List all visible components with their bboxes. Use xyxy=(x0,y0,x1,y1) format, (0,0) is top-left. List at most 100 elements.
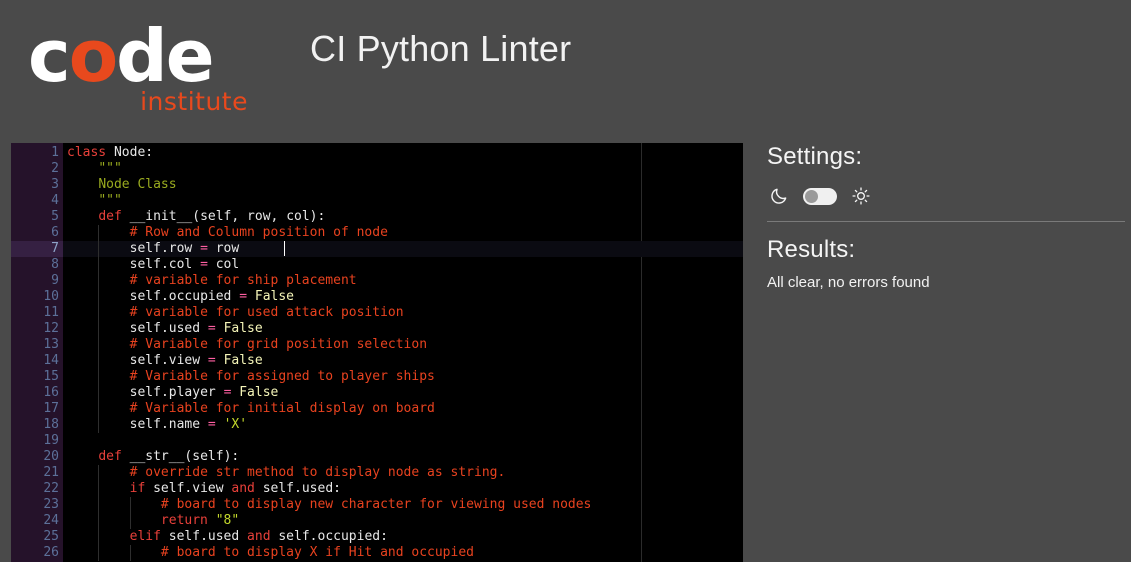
indent-guide xyxy=(98,289,100,305)
code-editor[interactable]: 1▾2345▾67891011121314151617181920▾2122▾2… xyxy=(0,143,743,562)
line-number: 17 xyxy=(43,401,59,416)
line-number: 1▾ xyxy=(11,145,68,161)
constant: False xyxy=(239,385,279,400)
code-comment: # override str method to display node as… xyxy=(129,465,506,480)
code-line[interactable]: # Row and Column position of node xyxy=(63,225,743,241)
constant: False xyxy=(254,289,295,304)
line-number: 15 xyxy=(43,369,59,384)
code-line[interactable]: # board to display X if Hit and occupied xyxy=(63,545,743,561)
indent-guide xyxy=(98,225,100,241)
code-line[interactable]: # Variable for grid position selection xyxy=(63,337,743,353)
keyword: and xyxy=(247,529,271,544)
line-number: 14 xyxy=(43,353,59,368)
settings-heading: Settings: xyxy=(767,143,863,170)
code-line[interactable]: self.name = 'X' xyxy=(63,417,743,433)
line-number: 8 xyxy=(51,257,59,272)
line-number: 10 xyxy=(43,289,59,304)
code-line[interactable]: # Variable for initial display on board xyxy=(63,401,743,417)
indent-guide xyxy=(98,353,100,369)
toggle-knob xyxy=(805,189,818,203)
code-line[interactable]: Node Class xyxy=(63,177,743,193)
indent-guide xyxy=(98,513,100,529)
editor-code-surface[interactable]: class Node: """ Node Class """ def __ini… xyxy=(63,143,743,562)
line-number: 6 xyxy=(51,225,59,240)
code-line[interactable]: # Variable for assigned to player ships xyxy=(63,369,743,385)
theme-toggle-row xyxy=(767,181,1115,211)
indent-guide xyxy=(98,321,100,337)
logo-letter-o: o xyxy=(68,14,118,98)
indent-guide xyxy=(98,369,100,385)
indent-guide xyxy=(129,545,131,561)
line-number: 12 xyxy=(43,321,59,336)
code-line[interactable]: self.occupied = False xyxy=(63,289,743,305)
code-line[interactable]: # variable for used attack position xyxy=(63,305,743,321)
line-number: 7 xyxy=(11,241,63,257)
indent-guide xyxy=(98,337,100,353)
line-number: 5▾ xyxy=(11,209,68,225)
code-line[interactable]: self.player = False xyxy=(63,385,743,401)
keyword: if xyxy=(129,481,146,496)
code-line[interactable]: if self.view and self.used: xyxy=(63,481,743,497)
keyword: and xyxy=(231,481,255,496)
indent-guide xyxy=(98,529,100,545)
code-comment: # board to display new character for vie… xyxy=(160,497,592,512)
indent-guide xyxy=(98,465,100,481)
sun-icon xyxy=(851,186,871,206)
code-comment: # variable for used attack position xyxy=(129,305,404,320)
code-line[interactable]: # board to display new character for vie… xyxy=(63,497,743,513)
linter-app: code institute CI Python Linter 1▾2345▾6… xyxy=(0,0,1131,562)
panel-divider xyxy=(767,221,1125,222)
dark-light-mode-toggle[interactable] xyxy=(803,187,837,205)
code-line[interactable]: return "8" xyxy=(63,513,743,529)
code-comment: # Variable for initial display on board xyxy=(129,401,435,416)
code-line[interactable]: """ xyxy=(63,193,743,209)
results-message: All clear, no errors found xyxy=(767,274,930,291)
page-title: CI Python Linter xyxy=(310,28,572,69)
line-number: 9 xyxy=(51,273,59,288)
operator: = xyxy=(200,257,208,272)
operator: = xyxy=(239,289,248,304)
editor-line-number-gutter: 1▾2345▾67891011121314151617181920▾2122▾2… xyxy=(11,143,68,562)
line-number: 13 xyxy=(43,337,59,352)
code-comment: # Row and Column position of node xyxy=(129,225,388,240)
indent-guide xyxy=(98,257,100,273)
code-line[interactable]: """ xyxy=(63,161,743,177)
operator: = xyxy=(200,241,208,256)
line-number: 3 xyxy=(51,177,59,192)
line-number: 25▾ xyxy=(11,529,67,545)
keyword: return xyxy=(160,513,208,528)
code-comment: # Variable for assigned to player ships xyxy=(129,369,435,384)
line-number: 4 xyxy=(51,193,59,208)
keyword: class xyxy=(67,145,107,160)
constant: False xyxy=(223,353,263,368)
operator: = xyxy=(207,353,216,368)
code-line[interactable]: self.col = col xyxy=(63,257,743,273)
code-line[interactable]: class Node: xyxy=(63,145,743,161)
line-number: 21 xyxy=(43,465,59,480)
code-line[interactable]: # override str method to display node as… xyxy=(63,465,743,481)
code-line[interactable]: def __str__(self): xyxy=(63,449,743,465)
indent-guide xyxy=(129,497,131,513)
code-line[interactable]: # variable for ship placement xyxy=(63,273,743,289)
code-comment: # variable for ship placement xyxy=(129,273,357,288)
string-literal: 'X' xyxy=(223,417,248,432)
logo-letter-c: c xyxy=(28,14,71,98)
operator: = xyxy=(207,321,216,336)
moon-icon xyxy=(769,186,789,206)
code-line[interactable]: self.row = row xyxy=(63,241,743,257)
code-line[interactable]: self.used = False xyxy=(63,321,743,337)
code-comment: # board to display X if Hit and occupied xyxy=(160,545,474,560)
keyword: def xyxy=(98,449,122,464)
line-number: 11 xyxy=(43,305,59,320)
indent-guide xyxy=(129,513,131,529)
line-number: 18 xyxy=(43,417,59,432)
string-literal: "8" xyxy=(215,513,240,528)
code-line[interactable] xyxy=(63,433,743,449)
line-number: 19 xyxy=(43,433,59,448)
code-line[interactable]: self.view = False xyxy=(63,353,743,369)
code-line[interactable]: def __init__(self, row, col): xyxy=(63,209,743,225)
logo-letter-e: e xyxy=(165,14,215,98)
indent-guide xyxy=(98,417,100,433)
code-line[interactable]: elif self.used and self.occupied: xyxy=(63,529,743,545)
keyword: elif xyxy=(129,529,161,544)
